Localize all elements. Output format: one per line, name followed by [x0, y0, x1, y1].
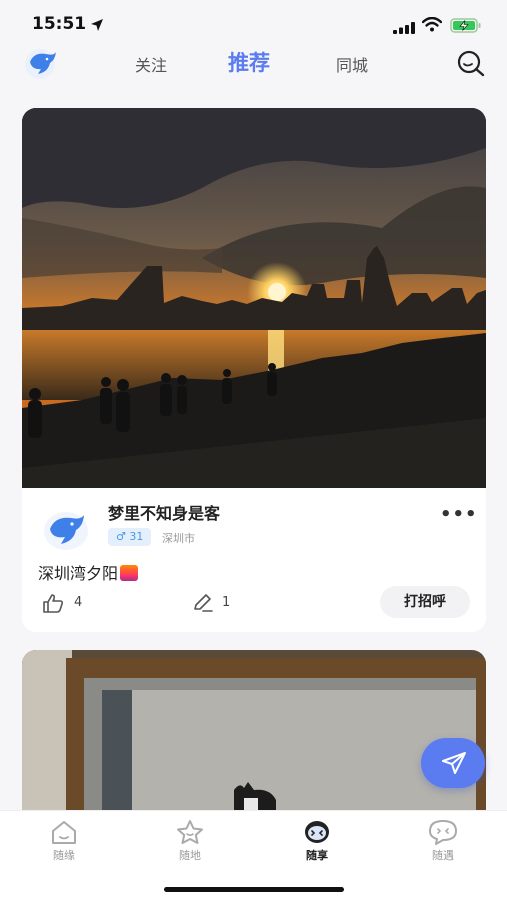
send-post-button[interactable]	[421, 738, 485, 788]
more-dots-icon[interactable]: •••	[440, 504, 478, 525]
bottom-tab-suixiang[interactable]: 随享	[287, 819, 347, 863]
male-gender-icon: ♂	[116, 530, 126, 543]
star-icon	[177, 820, 203, 844]
comment-count: 1	[222, 595, 231, 610]
post-username[interactable]: 梦里不知身是客	[108, 500, 220, 524]
top-navigation: 关注 推荐 同城	[0, 44, 507, 84]
wifi-icon	[421, 16, 443, 36]
tab-same-city[interactable]: 同城	[336, 52, 368, 76]
status-time: 15:51	[32, 14, 87, 34]
home-indicator[interactable]	[164, 887, 344, 892]
post-card[interactable]: 梦里不知身是客 ♂ 31 深圳市 ••• 深圳湾夕阳 4 1 打招呼	[22, 108, 486, 632]
avatar[interactable]	[42, 510, 90, 556]
status-bar: 15:51	[0, 0, 507, 44]
face-icon	[305, 821, 329, 843]
like-thumb-icon[interactable]	[42, 593, 64, 617]
tab-label: 随缘	[53, 849, 75, 862]
tab-label: 随遇	[432, 849, 454, 862]
age-value: 31	[129, 530, 144, 543]
tab-label: 随地	[179, 849, 201, 862]
like-count: 4	[74, 595, 83, 610]
chat-bubble-icon	[429, 820, 457, 845]
bottom-tab-bar: 随缘 随地 随享 随遇	[0, 810, 507, 900]
sunset-emoji-icon	[120, 565, 139, 581]
greet-button[interactable]: 打招呼	[380, 586, 470, 618]
post-card[interactable]	[22, 650, 486, 810]
search-icon[interactable]	[456, 50, 486, 82]
house-icon	[52, 821, 76, 844]
bird-logo[interactable]	[24, 48, 60, 84]
post-city: 深圳市	[162, 532, 195, 545]
comment-pen-icon[interactable]	[192, 593, 214, 617]
tab-follow[interactable]: 关注	[135, 52, 167, 76]
bottom-tab-suiyuan[interactable]: 随缘	[34, 819, 94, 863]
send-icon	[442, 752, 466, 774]
tab-label: 随享	[306, 849, 328, 862]
location-arrow-icon	[90, 17, 104, 36]
post-text-content: 深圳湾夕阳	[38, 564, 119, 583]
gender-age-badge: ♂ 31	[108, 528, 152, 546]
cellular-signal-icon	[393, 19, 415, 38]
battery-charging-icon	[450, 18, 482, 37]
post-photo-room[interactable]	[22, 650, 486, 810]
post-photo-sunset[interactable]	[22, 108, 486, 488]
post-text: 深圳湾夕阳	[38, 560, 139, 584]
bottom-tab-suidi[interactable]: 随地	[160, 819, 220, 863]
bottom-tab-suiyu[interactable]: 随遇	[413, 819, 473, 863]
tab-recommend[interactable]: 推荐	[228, 47, 270, 77]
post-feed[interactable]: 梦里不知身是客 ♂ 31 深圳市 ••• 深圳湾夕阳 4 1 打招呼	[0, 84, 507, 810]
